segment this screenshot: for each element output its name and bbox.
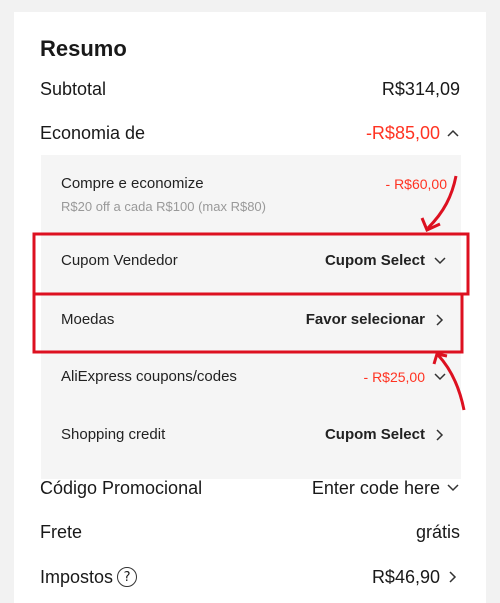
savings-row[interactable]: Economia de -R$85,00	[40, 116, 460, 150]
shipping-value: grátis	[415, 521, 460, 542]
summary-title: Resumo	[40, 36, 127, 61]
question-circle-icon[interactable]: ?	[117, 567, 138, 587]
savings-item-shopping-credit[interactable]: Shopping credit Cupom Select	[61, 426, 447, 443]
shopping-credit-label: Shopping credit	[61, 426, 166, 443]
taxes-label: Impostos	[40, 566, 114, 587]
savings-breakdown-panel: Compre e economize - R$60,00 R$20 off a …	[41, 155, 461, 479]
chevron-down-icon[interactable]	[446, 481, 460, 495]
chevron-down-icon[interactable]	[433, 254, 447, 268]
promo-code-input[interactable]: Enter code here	[312, 478, 440, 499]
subtotal-label: Subtotal	[40, 78, 107, 99]
aliexpress-coupons-label: AliExpress coupons/codes	[61, 368, 237, 385]
savings-item-aliexpress-coupons[interactable]: AliExpress coupons/codes - R$25,00	[61, 368, 447, 385]
aliexpress-coupons-value: - R$25,00	[363, 368, 425, 385]
savings-item-coins[interactable]: Moedas Favor selecionar	[61, 311, 447, 328]
shipping-label: Frete	[40, 521, 83, 542]
taxes-value: R$46,90	[371, 566, 440, 587]
savings-value: -R$85,00	[365, 122, 440, 143]
bundle-label: Compre e economize	[61, 175, 204, 192]
bundle-value: - R$60,00	[385, 175, 447, 192]
shipping-row: Frete grátis	[40, 515, 460, 549]
taxes-row[interactable]: Impostos ? R$46,90	[40, 560, 460, 594]
chevron-right-icon[interactable]	[433, 428, 447, 442]
bundle-sublabel: R$20 off a cada R$100 (max R$80)	[61, 199, 266, 214]
promo-code-label: Código Promocional	[40, 477, 203, 498]
seller-coupon-label: Cupom Vendedor	[61, 252, 178, 269]
subtotal-row: Subtotal R$314,09	[40, 72, 460, 106]
chevron-right-icon[interactable]	[433, 313, 447, 327]
chevron-up-icon[interactable]	[446, 126, 460, 140]
summary-card: Resumo Subtotal R$314,09 Economia de -R$…	[14, 12, 486, 603]
seller-coupon-value: Cupom Select	[324, 252, 425, 269]
promo-code-row[interactable]: Código Promocional Enter code here	[40, 471, 460, 505]
coins-label: Moedas	[61, 311, 115, 328]
chevron-right-icon[interactable]	[446, 570, 460, 584]
savings-item-bundle: Compre e economize - R$60,00	[61, 175, 447, 192]
savings-label: Economia de	[40, 122, 146, 143]
coins-value: Favor selecionar	[305, 311, 425, 328]
shopping-credit-value: Cupom Select	[324, 426, 425, 443]
subtotal-value: R$314,09	[381, 78, 460, 99]
savings-item-seller-coupon[interactable]: Cupom Vendedor Cupom Select	[61, 252, 447, 269]
chevron-down-icon[interactable]	[433, 370, 447, 384]
